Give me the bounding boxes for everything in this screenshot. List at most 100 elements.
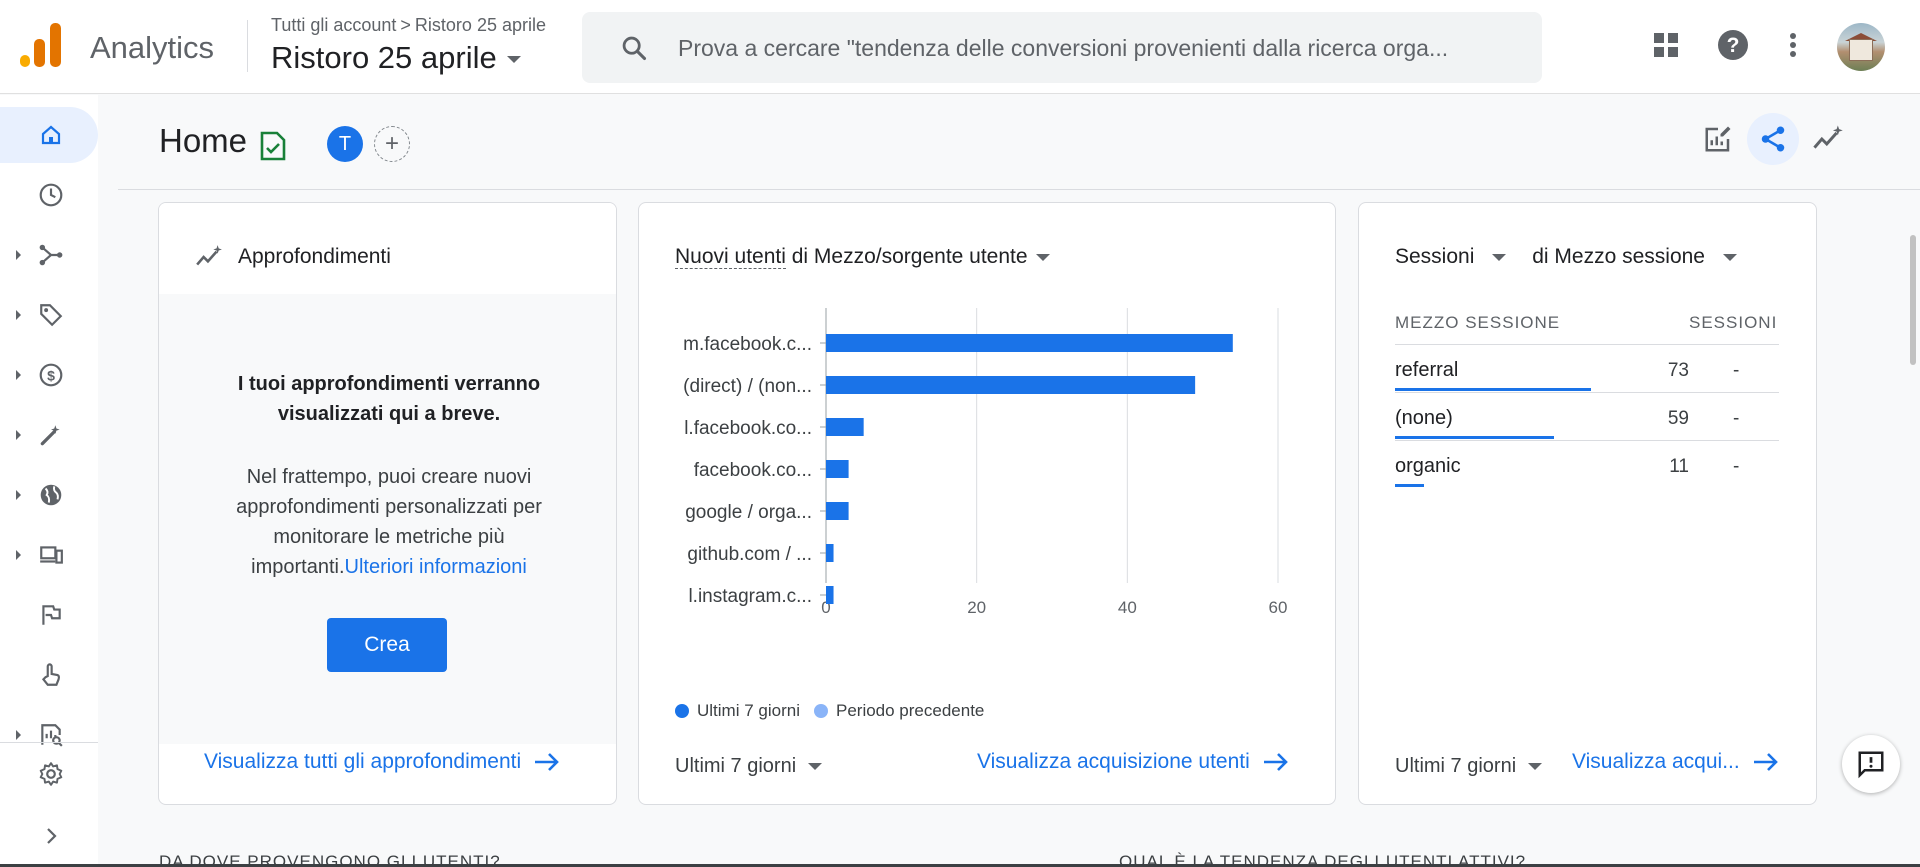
insights-icon: [1813, 125, 1843, 149]
bar[interactable]: [826, 418, 864, 436]
new-users-card: Nuovi utenti di Mezzo/sorgente utente 02…: [638, 202, 1336, 805]
legend-dot: [675, 704, 689, 718]
view-acquisition-link[interactable]: Visualizza acqui...: [1572, 750, 1780, 774]
page-title: Home: [159, 122, 248, 159]
magic-icon: [37, 421, 65, 449]
app-name: Analytics: [90, 30, 215, 65]
add-comparison-button[interactable]: +: [374, 126, 410, 162]
metric-label[interactable]: Nuovi utenti: [675, 245, 786, 269]
view-user-acquisition-link[interactable]: Visualizza acquisizione utenti: [977, 750, 1290, 774]
apps-grid-icon[interactable]: [1648, 27, 1684, 63]
feedback-icon: [1858, 751, 1884, 779]
row-change: -: [1733, 360, 1740, 381]
expand-arrow-icon: [16, 730, 21, 740]
learn-more-link[interactable]: Ulteriori informazioni: [345, 556, 527, 578]
bar[interactable]: [826, 502, 849, 520]
legend-item-current: Ultimi 7 giorni: [675, 701, 800, 721]
nav-settings[interactable]: [0, 746, 98, 802]
nav-events[interactable]: [0, 587, 98, 643]
help-icon[interactable]: ?: [1715, 27, 1751, 63]
view-all-insights-label: Visualizza tutti gli approfondimenti: [204, 750, 522, 773]
analytics-logo-icon[interactable]: [20, 23, 62, 69]
period-label: Ultimi 7 giorni: [675, 755, 797, 777]
view-all-insights-link[interactable]: Visualizza tutti gli approfondimenti: [204, 750, 561, 774]
account-avatar[interactable]: [1837, 23, 1885, 71]
caret-down-icon: [808, 763, 823, 771]
insights-title: Approfondimenti: [238, 245, 391, 268]
new-users-card-title[interactable]: Nuovi utenti di Mezzo/sorgente utente: [675, 245, 1050, 269]
edit-chart-icon: [1705, 126, 1731, 152]
row-label: organic: [1395, 455, 1461, 477]
nav-engagement[interactable]: [0, 647, 98, 703]
touch-icon: [37, 661, 65, 689]
breadcrumb[interactable]: Tutti gli account > Ristoro 25 aprile: [271, 15, 546, 36]
page-scrollbar[interactable]: [1910, 235, 1916, 365]
nav-acquisition[interactable]: [0, 227, 98, 283]
caret-down-icon: [1528, 763, 1543, 771]
search-icon: [622, 36, 647, 61]
user-avatar[interactable]: T: [327, 126, 363, 162]
caret-down-icon: [506, 56, 521, 64]
nav-realtime[interactable]: [0, 167, 98, 223]
caret-down-icon: [1492, 253, 1507, 261]
nav-demographics[interactable]: [0, 467, 98, 523]
row-change: -: [1733, 408, 1740, 429]
chart-legend: Ultimi 7 giorni Periodo precedente: [675, 701, 998, 721]
expand-arrow-icon: [16, 250, 21, 260]
nav-advertising[interactable]: [0, 407, 98, 463]
expand-arrow-icon: [16, 370, 21, 380]
insights-button[interactable]: [1802, 113, 1854, 165]
customize-report-button[interactable]: [1692, 113, 1744, 165]
share-bar: [1395, 436, 1554, 439]
nav-tags[interactable]: [0, 287, 98, 343]
caret-down-icon: [1035, 253, 1050, 261]
insights-card-header: Approfondimenti: [159, 203, 616, 294]
search-bar[interactable]: [582, 12, 1542, 83]
devices-icon: [37, 541, 65, 569]
table-divider: [1395, 344, 1779, 345]
property-name: Ristoro 25 aprile: [271, 40, 497, 75]
period-selector[interactable]: Ultimi 7 giorni: [1395, 755, 1543, 778]
create-insight-button[interactable]: Crea: [327, 618, 447, 672]
metric-selector[interactable]: Sessioni: [1395, 245, 1516, 268]
bar[interactable]: [826, 376, 1196, 394]
row-label: (none): [1395, 407, 1453, 429]
top-bar: Analytics Tutti gli account > Ristoro 25 a…: [0, 0, 1920, 94]
table-divider: [1395, 392, 1779, 393]
metric-label: Sessioni: [1395, 245, 1475, 268]
period-selector[interactable]: Ultimi 7 giorni: [675, 755, 823, 778]
expand-arrow-icon: [16, 430, 21, 440]
row-value: 11: [1669, 456, 1689, 477]
dimension-selector[interactable]: di Mezzo sessione: [1532, 245, 1747, 268]
flag-icon: [37, 601, 65, 629]
row-label: referral: [1395, 359, 1459, 381]
breadcrumb-account[interactable]: Tutti gli account: [271, 15, 396, 35]
search-input[interactable]: [678, 28, 1523, 68]
insights-empty-state: I tuoi approfondimenti verranno visualiz…: [159, 294, 616, 744]
share-button[interactable]: [1747, 113, 1799, 165]
insights-message: I tuoi approfondimenti verranno visualiz…: [237, 373, 541, 425]
more-vert-icon[interactable]: [1775, 27, 1811, 63]
left-nav: $: [0, 95, 98, 867]
bar[interactable]: [826, 334, 1233, 352]
nav-home[interactable]: [0, 107, 98, 163]
bar[interactable]: [826, 586, 834, 604]
bar[interactable]: [826, 544, 834, 562]
sessions-card: Sessioni di Mezzo sessione MEZZO SESSION…: [1358, 202, 1817, 805]
bar[interactable]: [826, 460, 849, 478]
dimension-label[interactable]: di Mezzo/sorgente utente: [786, 245, 1028, 268]
nav-tech[interactable]: [0, 527, 98, 583]
report-icon: [37, 721, 65, 749]
x-tick-label: 60: [1269, 598, 1288, 617]
property-selector[interactable]: Ristoro 25 aprile: [271, 40, 521, 76]
nav-divider: [0, 742, 98, 743]
nav-monetization[interactable]: $: [0, 347, 98, 403]
legend-label: Periodo precedente: [835, 701, 985, 720]
verified-doc-icon: [260, 131, 286, 161]
category-label: (direct) / (non...: [683, 376, 812, 397]
column-header-dimension: MEZZO SESSIONE: [1395, 313, 1561, 332]
feedback-button[interactable]: [1842, 735, 1900, 793]
table-divider: [1395, 440, 1779, 441]
nav-collapse[interactable]: [0, 808, 98, 864]
breadcrumb-property[interactable]: Ristoro 25 aprile: [415, 15, 546, 35]
